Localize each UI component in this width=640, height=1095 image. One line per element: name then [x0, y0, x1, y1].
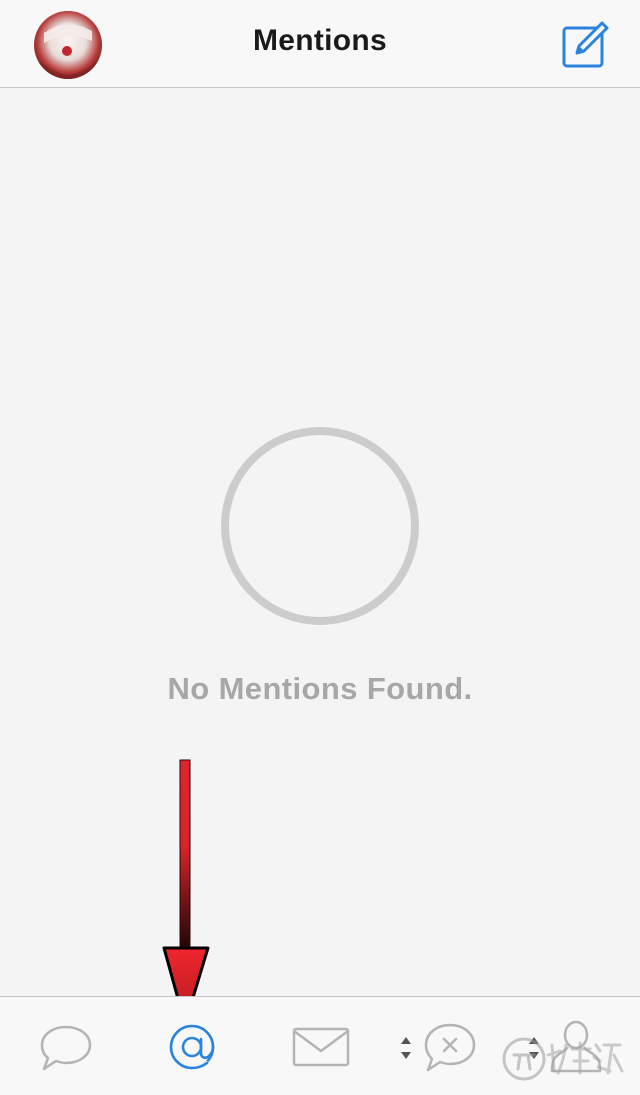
watermark-logo — [500, 1031, 625, 1087]
nav-bar: Mentions — [0, 0, 640, 88]
annotation-arrow — [160, 758, 216, 1026]
empty-state-message: No Mentions Found. — [167, 671, 473, 706]
sort-toggle-1[interactable] — [396, 1033, 416, 1063]
speech-bubble-icon — [40, 1025, 92, 1071]
tab-streams[interactable] — [36, 1015, 96, 1079]
sort-arrows-icon — [401, 1037, 411, 1059]
tab-messages[interactable] — [290, 1015, 352, 1079]
page-title: Mentions — [252, 24, 388, 57]
envelope-icon — [292, 1027, 350, 1067]
tab-mentions[interactable] — [164, 1015, 224, 1079]
chat-x-icon — [424, 1023, 476, 1072]
empty-circle-icon — [220, 426, 420, 626]
compose-button[interactable] — [560, 20, 610, 70]
compose-icon — [562, 21, 609, 68]
tab-chat-x[interactable] — [420, 1015, 480, 1079]
mentions-screen: Mentions No Mentions Found. — [0, 0, 640, 1095]
at-sign-icon — [169, 1024, 215, 1070]
tab-bar — [0, 996, 640, 1095]
